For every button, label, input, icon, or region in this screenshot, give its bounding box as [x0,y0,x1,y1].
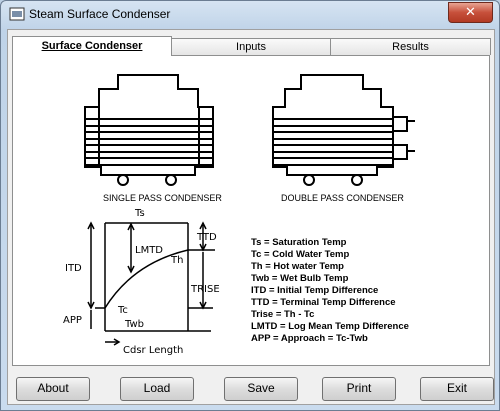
ts-label: Ts [134,208,145,219]
tab-label: Inputs [236,41,266,53]
client-area: Surface Condenser Inputs Results SINGLE … [7,29,495,405]
app-label: APP [63,315,82,326]
close-button[interactable]: ✕ [448,2,493,23]
itd-label: ITD [65,263,82,274]
trise-label: TRISE [190,284,220,295]
condenser-diagram: SINGLE PASS CONDENSER DOUBLE PASS CONDEN… [63,63,435,363]
legend-item: ITD = Initial Temp Difference [251,285,378,296]
legend-item: LMTD = Log Mean Temp Difference [251,321,409,332]
double-pass-caption: DOUBLE PASS CONDENSER [281,193,404,203]
double-pass-condenser-drawing [272,74,415,186]
legend: Ts = Saturation Temp Tc = Cold Water Tem… [251,237,409,344]
about-button[interactable]: About [16,377,90,401]
print-button[interactable]: Print [322,377,396,401]
single-pass-condenser-drawing [84,74,214,186]
app-icon [9,7,25,21]
legend-item: APP = Approach = Tc-Twb [251,333,368,344]
legend-item: Trise = Th - Tc [251,309,314,320]
single-pass-caption: SINGLE PASS CONDENSER [103,193,222,203]
tab-inputs[interactable]: Inputs [170,38,332,55]
th-label: Th [170,255,183,266]
tab-surface-condenser[interactable]: Surface Condenser [12,36,172,56]
close-icon: ✕ [465,4,476,19]
tab-label: Surface Condenser [41,40,143,52]
tab-results[interactable]: Results [330,38,491,55]
x-axis-label: Cdsr Length [123,345,183,356]
legend-item: Ts = Saturation Temp [251,237,347,248]
legend-item: Th = Hot water Temp [251,261,344,272]
save-button[interactable]: Save [224,377,298,401]
condenser-illustration: SINGLE PASS CONDENSER DOUBLE PASS CONDEN… [63,74,415,356]
exit-button[interactable]: Exit [420,377,494,401]
ttd-label: TTD [196,232,217,243]
load-button[interactable]: Load [120,377,194,401]
tc-label: Tc [117,305,128,316]
tab-strip: Surface Condenser Inputs Results [12,36,491,56]
twb-label: Twb [124,319,144,330]
title-bar[interactable]: Steam Surface Condenser ✕ [1,1,499,29]
tab-label: Results [392,41,429,53]
app-window: Steam Surface Condenser ✕ Surface Conden… [0,0,500,411]
legend-item: TTD = Terminal Temp Difference [251,297,396,308]
lmtd-label: LMTD [135,245,163,256]
tab-panel-surface-condenser: SINGLE PASS CONDENSER DOUBLE PASS CONDEN… [12,55,490,366]
button-bar: About Load Save Print Exit [14,371,494,401]
legend-item: Twb = Wet Bulb Temp [251,273,349,284]
legend-item: Tc = Cold Water Temp [251,249,349,260]
window-title: Steam Surface Condenser [29,7,171,21]
